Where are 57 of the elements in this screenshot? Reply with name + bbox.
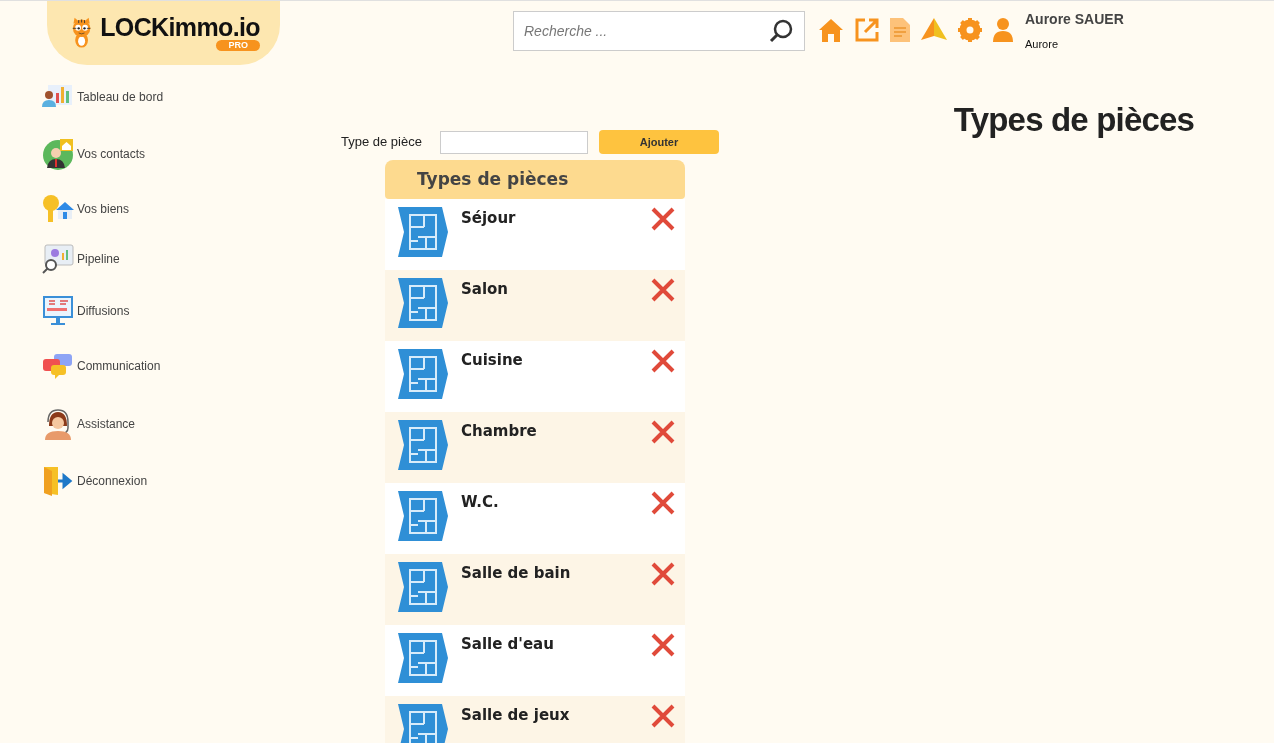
search-input[interactable]: Recherche ... xyxy=(514,12,768,50)
delete-icon[interactable] xyxy=(651,633,675,657)
room-type-input[interactable] xyxy=(439,130,588,154)
sidebar-item[interactable]: Tableau de bord xyxy=(42,81,300,138)
search-field[interactable]: Recherche ... xyxy=(513,11,805,51)
room-type-name: Cuisine xyxy=(461,350,524,371)
key-house-icon xyxy=(42,193,74,225)
user-first-name: Aurore xyxy=(1025,37,1060,52)
room-type-name: Salle de bain xyxy=(461,563,572,584)
floor-plan-icon xyxy=(398,633,448,683)
floor-plan-icon xyxy=(398,349,448,399)
form-label: Type de pièce xyxy=(341,133,422,152)
floor-plan-icon xyxy=(398,704,448,743)
room-type-name: Salle de jeux xyxy=(461,705,571,726)
floor-plan-icon xyxy=(398,562,448,612)
floor-plan-icon xyxy=(398,278,448,328)
list-header: Types de pièces xyxy=(385,160,685,199)
floor-plan-icon xyxy=(398,420,448,470)
logo[interactable]: LOCKimmo.io PRO xyxy=(47,1,280,65)
room-type-name: Salon xyxy=(461,279,510,300)
room-type-name: Séjour xyxy=(461,208,517,229)
delete-icon[interactable] xyxy=(651,562,675,586)
delete-icon[interactable] xyxy=(651,704,675,728)
pro-badge: PRO xyxy=(216,40,260,51)
floor-plan-icon xyxy=(398,207,448,257)
page-title: Types de pièces xyxy=(953,100,1194,140)
settings-icon[interactable] xyxy=(958,18,982,42)
sidebar-item[interactable]: Diffusions xyxy=(42,295,300,350)
sidebar-item[interactable]: Déconnexion xyxy=(42,465,300,505)
paper-plane-icon[interactable] xyxy=(921,18,947,42)
home-icon[interactable] xyxy=(818,18,844,42)
document-icon[interactable] xyxy=(890,18,910,42)
delete-icon[interactable] xyxy=(651,207,675,231)
external-link-icon[interactable] xyxy=(855,18,879,42)
sidebar-item[interactable]: Communication xyxy=(42,350,300,408)
sidebar-item[interactable]: Vos contacts xyxy=(42,138,300,193)
user-name: Aurore SAUER xyxy=(1025,10,1124,29)
delete-icon[interactable] xyxy=(651,278,675,302)
delete-icon[interactable] xyxy=(651,420,675,444)
logo-text: LOCKimmo.io xyxy=(100,15,260,40)
room-type-name: W.C. xyxy=(461,492,500,513)
search-icon[interactable] xyxy=(768,18,794,44)
headset-agent-icon xyxy=(42,408,74,440)
floor-plan-icon xyxy=(398,491,448,541)
monitor-magnifier-icon xyxy=(42,243,74,275)
sidebar-item[interactable]: Assistance xyxy=(42,408,300,465)
user-icon[interactable] xyxy=(993,18,1013,42)
sidebar-item[interactable]: Pipeline xyxy=(42,243,300,295)
room-type-name: Chambre xyxy=(461,421,538,442)
delete-icon[interactable] xyxy=(651,491,675,515)
exit-door-icon xyxy=(42,465,74,497)
monitor-icon xyxy=(42,295,74,327)
room-type-name: Salle d'eau xyxy=(461,634,555,655)
sidebar-item[interactable]: Vos biens xyxy=(42,193,300,243)
contact-person-icon xyxy=(42,138,74,170)
add-button[interactable]: Ajouter xyxy=(598,130,719,154)
delete-icon[interactable] xyxy=(651,349,675,373)
